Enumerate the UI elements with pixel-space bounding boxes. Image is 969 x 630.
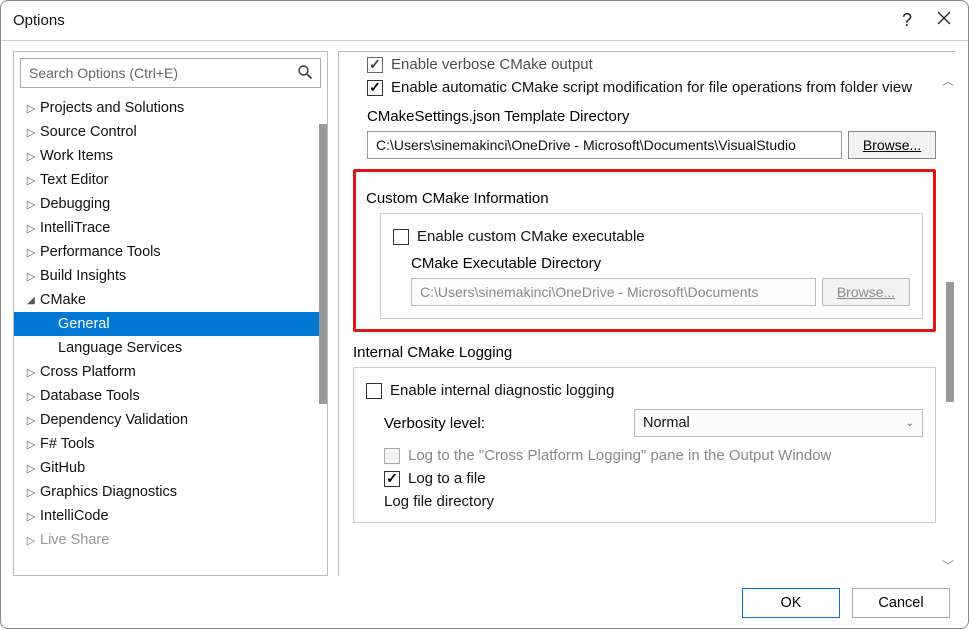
tree-item-work-items[interactable]: ▷Work Items bbox=[14, 144, 327, 168]
tree-expand-icon[interactable]: ▷ bbox=[24, 534, 38, 547]
tree-expand-icon[interactable]: ▷ bbox=[24, 270, 38, 283]
tree-item-github[interactable]: ▷GitHub bbox=[14, 456, 327, 480]
search-input[interactable] bbox=[20, 58, 321, 88]
tree-item-f-tools[interactable]: ▷F# Tools bbox=[14, 432, 327, 456]
tree-item-intellicode[interactable]: ▷IntelliCode bbox=[14, 504, 327, 528]
tree-expand-icon[interactable]: ▷ bbox=[24, 246, 38, 259]
tree-item-performance-tools[interactable]: ▷Performance Tools bbox=[14, 240, 327, 264]
highlighted-custom-cmake-section: Custom CMake Information Enable custom C… bbox=[353, 169, 936, 332]
tree-item-label: General bbox=[58, 316, 110, 332]
tree-expand-icon[interactable]: ▷ bbox=[24, 414, 38, 427]
template-dir-label: CMakeSettings.json Template Directory bbox=[367, 108, 936, 125]
custom-exe-browse-button: Browse... bbox=[822, 278, 910, 306]
template-dir-input[interactable] bbox=[367, 131, 842, 159]
tree-item-label: Text Editor bbox=[40, 172, 109, 188]
verbosity-label: Verbosity level: bbox=[384, 415, 634, 432]
window-title: Options bbox=[13, 12, 65, 29]
tree-item-cross-platform[interactable]: ▷Cross Platform bbox=[14, 360, 327, 384]
tree-item-general[interactable]: General bbox=[14, 312, 327, 336]
tree-expand-icon[interactable]: ▷ bbox=[24, 390, 38, 403]
tree-expand-icon[interactable]: ▷ bbox=[24, 366, 38, 379]
tree-item-label: F# Tools bbox=[40, 436, 95, 452]
titlebar: Options ? bbox=[1, 1, 968, 41]
tree-collapse-icon[interactable]: ◢ bbox=[24, 295, 38, 306]
checkbox-log-to-file[interactable] bbox=[384, 471, 400, 487]
tree-expand-icon[interactable]: ▷ bbox=[24, 438, 38, 451]
tree-item-label: Projects and Solutions bbox=[40, 100, 184, 116]
tree-item-label: Dependency Validation bbox=[40, 412, 188, 428]
close-icon[interactable] bbox=[936, 10, 952, 31]
tree-item-language-services[interactable]: Language Services bbox=[14, 336, 327, 360]
tree-item-intellitrace[interactable]: ▷IntelliTrace bbox=[14, 216, 327, 240]
tree-item-label: Cross Platform bbox=[40, 364, 136, 380]
cancel-button[interactable]: Cancel bbox=[852, 588, 950, 618]
tree-item-label: Database Tools bbox=[40, 388, 140, 404]
tree-item-label: Live Share bbox=[40, 532, 109, 548]
tree-item-text-editor[interactable]: ▷Text Editor bbox=[14, 168, 327, 192]
search-icon[interactable] bbox=[297, 64, 313, 85]
tree-expand-icon[interactable]: ▷ bbox=[24, 102, 38, 115]
tree-expand-icon[interactable]: ▷ bbox=[24, 462, 38, 475]
checkbox-enable-logging[interactable] bbox=[366, 383, 382, 399]
tree-expand-icon[interactable]: ▷ bbox=[24, 486, 38, 499]
tree-item-projects-and-solutions[interactable]: ▷Projects and Solutions bbox=[14, 96, 327, 120]
tree-item-dependency-validation[interactable]: ▷Dependency Validation bbox=[14, 408, 327, 432]
logging-section-label: Internal CMake Logging bbox=[353, 344, 936, 361]
tree-item-build-insights[interactable]: ▷Build Insights bbox=[14, 264, 327, 288]
checkbox-enable-custom-cmake[interactable] bbox=[393, 229, 409, 245]
checkbox-log-cross-platform bbox=[384, 448, 400, 464]
tree-item-label: Build Insights bbox=[40, 268, 126, 284]
tree-item-database-tools[interactable]: ▷Database Tools bbox=[14, 384, 327, 408]
template-browse-button[interactable]: Browse... bbox=[848, 131, 936, 159]
tree-item-label: IntelliTrace bbox=[40, 220, 110, 236]
tree-expand-icon[interactable]: ▷ bbox=[24, 510, 38, 523]
chevron-down-icon: ⌄ bbox=[906, 418, 914, 429]
sidebar-scrollbar[interactable] bbox=[319, 124, 327, 404]
tree-item-label: Graphics Diagnostics bbox=[40, 484, 177, 500]
tree-item-debugging[interactable]: ▷Debugging bbox=[14, 192, 327, 216]
tree-item-cmake[interactable]: ◢CMake bbox=[14, 288, 327, 312]
log-file-dir-label: Log file directory bbox=[384, 493, 494, 510]
label-enable-custom-cmake: Enable custom CMake executable bbox=[417, 228, 645, 245]
tree-item-label: Work Items bbox=[40, 148, 113, 164]
scroll-down-icon[interactable]: ﹀ bbox=[942, 557, 954, 574]
tree-item-label: Source Control bbox=[40, 124, 137, 140]
tree-item-label: CMake bbox=[40, 292, 86, 308]
help-icon[interactable]: ? bbox=[902, 10, 912, 31]
label-auto-modification: Enable automatic CMake script modificati… bbox=[391, 79, 912, 96]
checkbox-auto-modification[interactable] bbox=[367, 80, 383, 96]
checkbox-verbose-output[interactable] bbox=[367, 57, 383, 73]
tree-item-graphics-diagnostics[interactable]: ▷Graphics Diagnostics bbox=[14, 480, 327, 504]
tree-item-label: GitHub bbox=[40, 460, 85, 476]
scroll-up-icon[interactable]: ︿ bbox=[942, 72, 954, 89]
custom-exe-dir-input bbox=[411, 278, 816, 306]
tree-item-label: Performance Tools bbox=[40, 244, 161, 260]
verbosity-select[interactable]: Normal ⌄ bbox=[634, 409, 923, 437]
dialog-footer: OK Cancel bbox=[1, 576, 968, 630]
tree-item-live-share[interactable]: ▷Live Share bbox=[14, 528, 327, 552]
ok-button[interactable]: OK bbox=[742, 588, 840, 618]
tree-item-label: Debugging bbox=[40, 196, 110, 212]
label-verbose-output: Enable verbose CMake output bbox=[391, 56, 593, 73]
label-enable-logging: Enable internal diagnostic logging bbox=[390, 382, 614, 399]
tree-item-source-control[interactable]: ▷Source Control bbox=[14, 120, 327, 144]
options-tree[interactable]: ▷Projects and Solutions▷Source Control▷W… bbox=[14, 94, 327, 575]
custom-cmake-section-label: Custom CMake Information bbox=[366, 190, 923, 207]
options-panel: ︿ ﹀ Enable verbose CMake output Enable a… bbox=[338, 51, 956, 576]
options-sidebar: ▷Projects and Solutions▷Source Control▷W… bbox=[13, 51, 328, 576]
tree-item-label: IntelliCode bbox=[40, 508, 109, 524]
tree-expand-icon[interactable]: ▷ bbox=[24, 198, 38, 211]
custom-exe-dir-label: CMake Executable Directory bbox=[411, 255, 910, 272]
panel-scrollbar[interactable] bbox=[946, 282, 954, 402]
label-log-cross-platform: Log to the "Cross Platform Logging" pane… bbox=[408, 447, 831, 464]
tree-expand-icon[interactable]: ▷ bbox=[24, 126, 38, 139]
tree-expand-icon[interactable]: ▷ bbox=[24, 150, 38, 163]
verbosity-value: Normal bbox=[643, 415, 690, 431]
tree-expand-icon[interactable]: ▷ bbox=[24, 174, 38, 187]
label-log-to-file: Log to a file bbox=[408, 470, 486, 487]
tree-item-label: Language Services bbox=[58, 340, 182, 356]
tree-expand-icon[interactable]: ▷ bbox=[24, 222, 38, 235]
